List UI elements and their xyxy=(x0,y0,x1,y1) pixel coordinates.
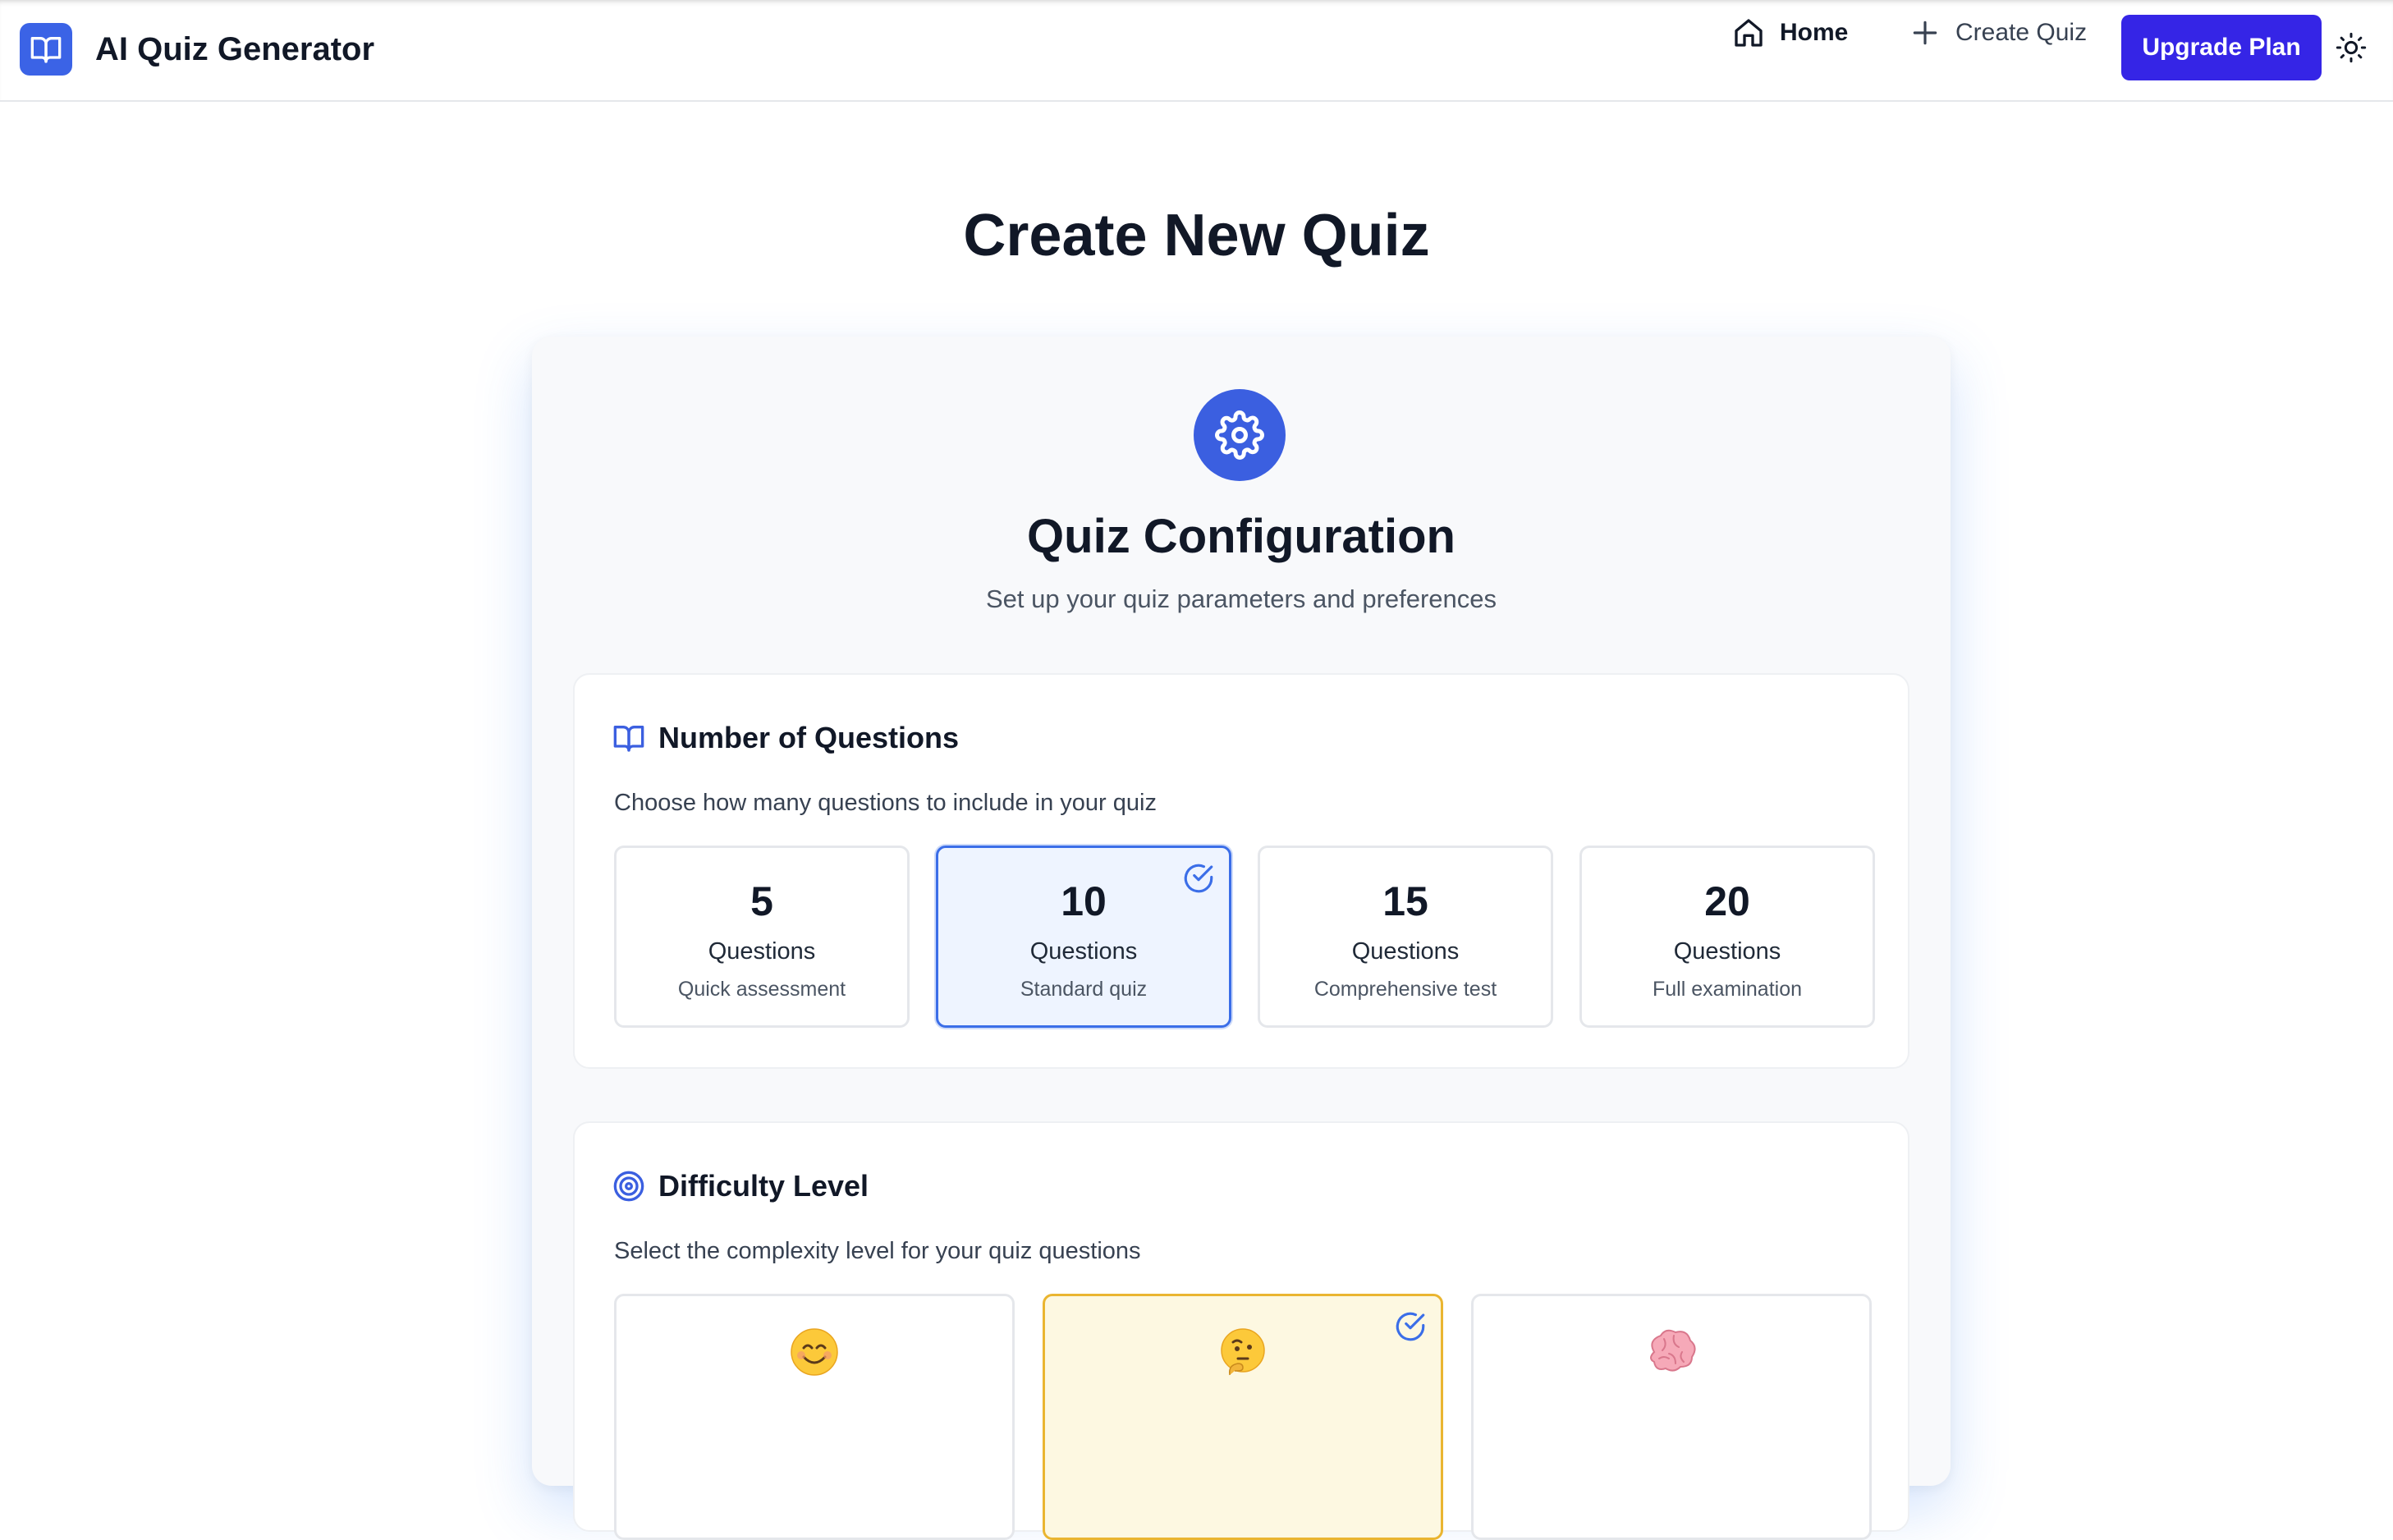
question-label: Questions xyxy=(1351,938,1460,965)
page-title: Create New Quiz xyxy=(963,203,1430,268)
target-icon xyxy=(613,1171,644,1202)
thinking-face-icon xyxy=(1045,1326,1441,1378)
section-title: Number of Questions xyxy=(658,721,960,754)
book-open-icon xyxy=(20,23,72,76)
question-count-option-20[interactable]: 20 Questions Full examination xyxy=(1579,846,1875,1028)
section-header: Difficulty Level xyxy=(612,1166,869,1207)
question-note: Quick assessment xyxy=(677,978,846,1001)
question-count-option-5[interactable]: 5 Questions Quick assessment xyxy=(614,846,910,1028)
question-note: Standard quiz xyxy=(1020,978,1148,1001)
question-label: Questions xyxy=(1029,938,1138,965)
sun-icon xyxy=(2336,32,2367,63)
question-count: 10 xyxy=(1061,878,1107,924)
section-description: Select the complexity level for your qui… xyxy=(614,1238,1141,1264)
configuration-title: Quiz Configuration xyxy=(1027,510,1456,563)
app-title: AI Quiz Generator xyxy=(95,30,375,67)
nav-create-quiz-link[interactable]: Create Quiz xyxy=(1909,13,2087,53)
question-count: 15 xyxy=(1382,878,1428,924)
question-label: Questions xyxy=(1673,938,1781,965)
brain-icon xyxy=(1474,1326,1869,1378)
smiling-face-icon xyxy=(617,1326,1012,1378)
nav-home-label: Home xyxy=(1780,19,1849,46)
question-note: Full examination xyxy=(1652,978,1803,1001)
difficulty-option-hard[interactable] xyxy=(1471,1294,1872,1540)
section-title: Difficulty Level xyxy=(658,1169,869,1203)
quiz-configuration-card: Quiz Configuration Set up your quiz para… xyxy=(532,337,1951,1540)
brand[interactable]: AI Quiz Generator xyxy=(20,23,374,76)
question-count: 20 xyxy=(1704,878,1750,924)
theme-toggle-button[interactable] xyxy=(2333,30,2369,66)
home-icon xyxy=(1735,19,1763,47)
settings-gear-icon xyxy=(1194,389,1286,481)
question-count: 5 xyxy=(750,878,773,924)
section-header: Number of Questions xyxy=(612,717,959,759)
question-count-option-10[interactable]: 10 Questions Standard quiz xyxy=(936,846,1231,1028)
top-navigation-bar: AI Quiz Generator Home Create Quiz Upgra… xyxy=(0,0,2393,102)
plus-icon xyxy=(1913,21,1937,45)
number-of-questions-section: Number of Questions Choose how many ques… xyxy=(573,673,1909,1069)
question-label: Questions xyxy=(708,938,816,965)
difficulty-level-section: Difficulty Level Select the complexity l… xyxy=(573,1121,1909,1540)
difficulty-option-medium[interactable] xyxy=(1043,1294,1443,1540)
question-count-option-15[interactable]: 15 Questions Comprehensive test xyxy=(1258,846,1553,1028)
difficulty-option-easy[interactable] xyxy=(614,1294,1015,1540)
upgrade-plan-button[interactable]: Upgrade Plan xyxy=(2121,15,2322,80)
question-note: Comprehensive test xyxy=(1313,978,1497,1001)
nav-create-quiz-label: Create Quiz xyxy=(1955,19,2088,46)
section-description: Choose how many questions to include in … xyxy=(614,790,1157,816)
configuration-subtitle: Set up your quiz parameters and preferen… xyxy=(985,584,1497,613)
nav-home-link[interactable]: Home xyxy=(1732,13,1848,53)
book-open-icon xyxy=(613,726,644,752)
